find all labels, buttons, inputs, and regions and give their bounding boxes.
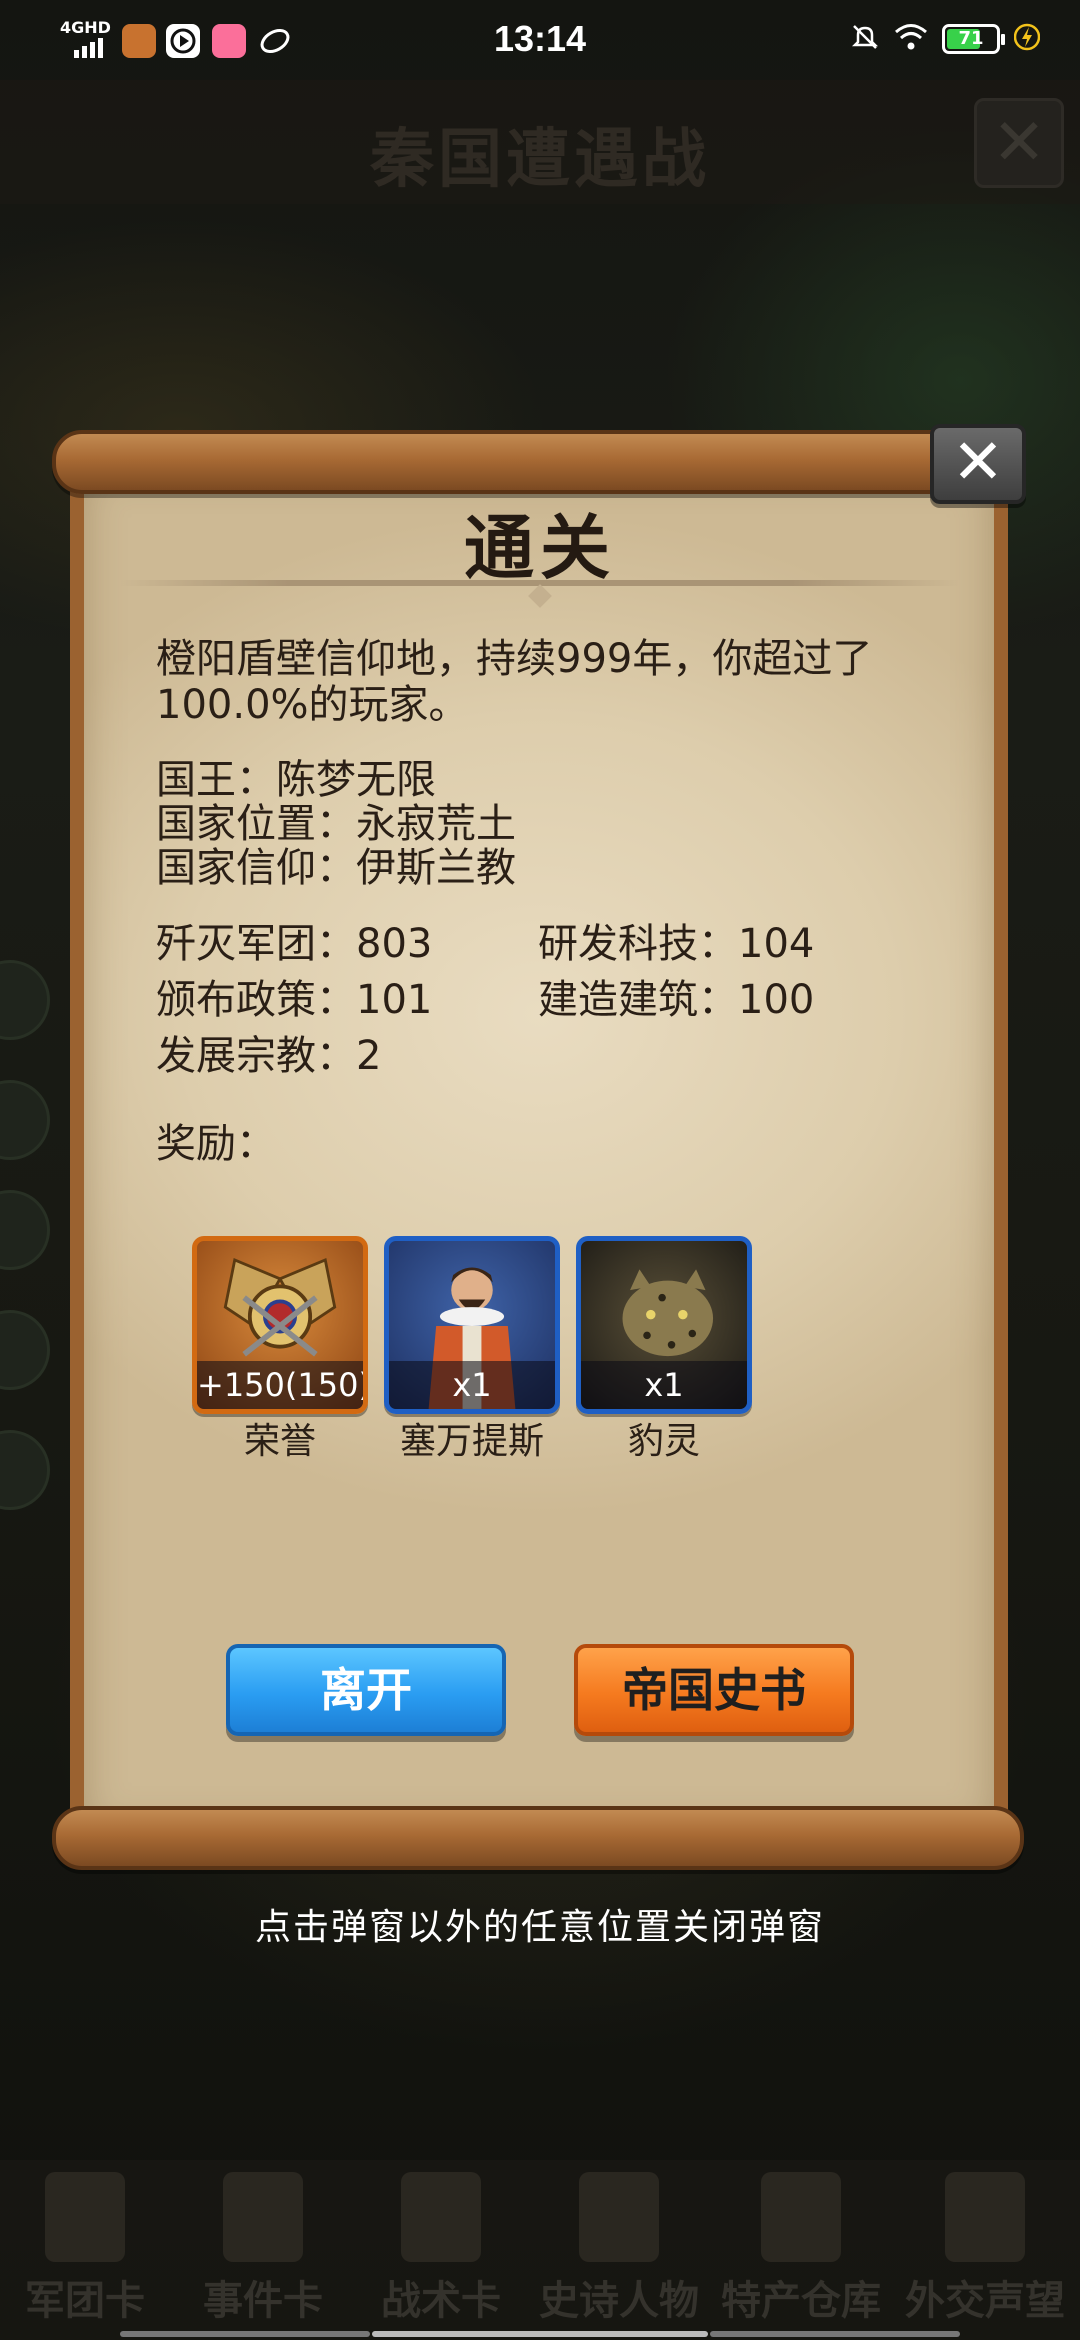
leave-button[interactable]: 离开: [226, 1644, 506, 1736]
reward-cervantes[interactable]: x1 塞万提斯: [384, 1236, 560, 1462]
reward-honor[interactable]: +150(150) 荣誉: [192, 1236, 368, 1462]
scroll-icon: [223, 2172, 303, 2262]
reward-name: 豹灵: [627, 1421, 700, 1462]
status-bar: 4GHD 13:14 71: [0, 0, 1080, 80]
stat-policies-issued: 颁布政策：101: [156, 977, 433, 1023]
crown-icon: [579, 2172, 659, 2262]
shield-swords-icon: [401, 2172, 481, 2262]
result-summary: 橙阳盾壁信仰地，持续999年，你超过了100.0%的玩家。: [156, 636, 873, 728]
wifi-icon: [894, 22, 928, 56]
battery-icon: 71: [942, 24, 1005, 54]
tab-specialty-warehouse: 特产仓库: [716, 2160, 886, 2330]
tab-event-cards: 事件卡: [178, 2160, 348, 2330]
location-info: 国家位置：永寂荒土: [156, 801, 516, 847]
tab-epic-figures: 史诗人物: [534, 2160, 704, 2330]
reward-card: x1: [384, 1236, 560, 1414]
reward-name: 荣誉: [243, 1421, 316, 1462]
reward-count: x1: [389, 1361, 555, 1409]
helmet-icon: [45, 2172, 125, 2262]
mute-icon: [850, 22, 880, 56]
battery-percent: 71: [958, 28, 984, 49]
tab-diplomatic-prestige: 外交声望: [900, 2160, 1070, 2330]
charging-icon: [1013, 22, 1041, 56]
tab-tactic-cards: 战术卡: [356, 2160, 526, 2330]
home-indicator: [0, 2326, 1080, 2340]
scroll-bottom-rod: [52, 1806, 1024, 1870]
reward-count: +150(150): [197, 1361, 363, 1409]
stat-buildings-built: 建造建筑：100: [538, 977, 815, 1023]
title-divider: [120, 580, 960, 586]
reward-card: +150(150): [192, 1236, 368, 1414]
stat-legions-destroyed: 歼灭军团：803: [156, 921, 433, 967]
dialog-title: 通关: [464, 507, 616, 589]
background-close-button: ✕: [974, 98, 1064, 188]
stat-religions-developed: 发展宗教：2: [156, 1033, 382, 1079]
stat-tech-researched: 研发科技：104: [538, 921, 815, 967]
king-info: 国王：陈梦无限: [156, 757, 436, 803]
close-icon: ✕: [952, 425, 1004, 498]
tab-legion-cards: 军团卡: [0, 2160, 170, 2330]
close-hint: 点击弹窗以外的任意位置关闭弹窗: [254, 1907, 825, 1948]
battle-title: 秦国遭遇战: [370, 123, 710, 197]
religion-info: 国家信仰：伊斯兰教: [156, 845, 516, 891]
envelope-icon: [945, 2172, 1025, 2262]
reward-leopard-spirit[interactable]: x1 豹灵: [576, 1236, 752, 1462]
empire-history-button[interactable]: 帝国史书: [574, 1644, 854, 1736]
reward-name: 塞万提斯: [399, 1421, 544, 1462]
reward-card: x1: [576, 1236, 752, 1414]
reward-count: x1: [581, 1361, 747, 1409]
treasure-chest-icon: [761, 2172, 841, 2262]
scroll-top-rod: [52, 430, 1024, 494]
rewards-label: 奖励：: [156, 1121, 276, 1167]
